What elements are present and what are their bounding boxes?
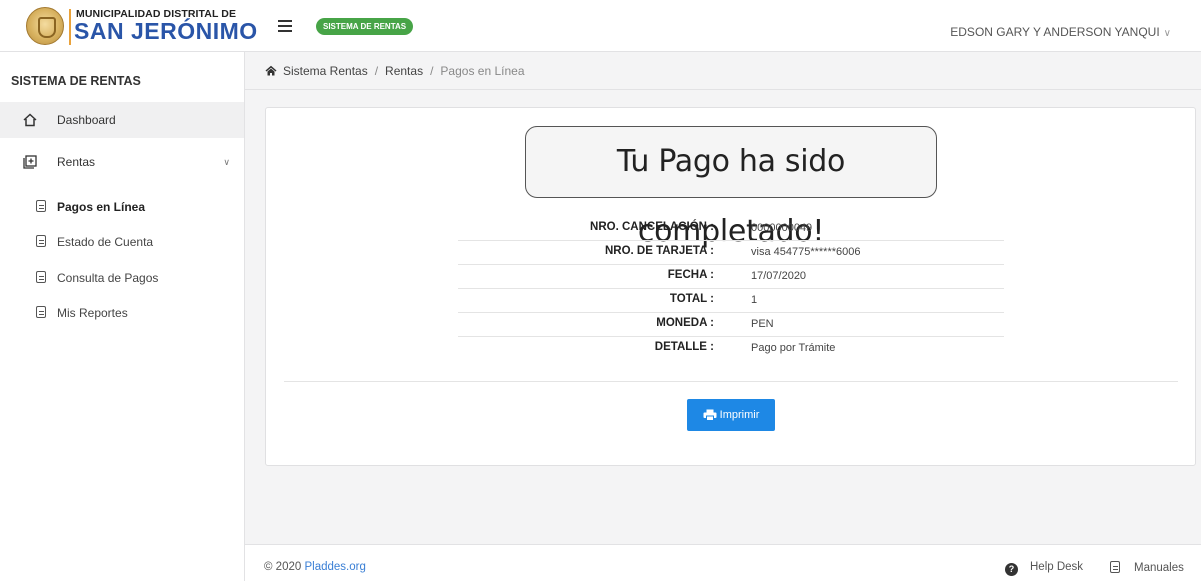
printer-icon <box>703 409 717 421</box>
folder-plus-icon <box>23 155 37 169</box>
top-header: MUNICIPALIDAD DISTRITAL DE SAN JERÓNIMO … <box>0 0 1201 52</box>
detail-value: 1 <box>751 294 758 306</box>
detail-row: FECHA : 17/07/2020 <box>458 265 1004 289</box>
payment-result-card: Tu Pago ha sido completado! NRO. CANCELA… <box>265 107 1196 466</box>
footer-copyright: © 2020 Pladdes.org <box>264 561 366 573</box>
document-icon <box>36 200 46 212</box>
detail-label: MONEDA : <box>656 317 714 329</box>
municipal-seal-icon <box>26 7 64 45</box>
success-message: Tu Pago ha sido completado! <box>525 126 937 249</box>
sidebar-subitem-pagos-en-linea[interactable]: Pagos en Línea <box>0 193 244 221</box>
sidebar-subitem-mis-reportes[interactable]: Mis Reportes <box>0 299 244 327</box>
detail-row: NRO. CANCELACIÓN : 0000000049 <box>458 217 1004 241</box>
sidebar-subitem-label: Consulta de Pagos <box>57 271 159 285</box>
breadcrumb-item[interactable]: Rentas <box>385 64 423 78</box>
manuals-link[interactable]: Manuales <box>1110 561 1184 574</box>
sidebar: SISTEMA DE RENTAS Dashboard Rentas ∨ Pag… <box>0 52 245 581</box>
detail-value: Pago por Trámite <box>751 342 836 354</box>
user-menu[interactable]: EDSON GARY Y ANDERSON YANQUI ∨ <box>950 25 1171 39</box>
help-desk-label: Help Desk <box>1030 561 1084 573</box>
detail-label: DETALLE : <box>654 341 714 353</box>
manuals-label: Manuales <box>1134 562 1184 574</box>
detail-row: MONEDA : PEN <box>458 313 1004 337</box>
sidebar-subitem-label: Pagos en Línea <box>57 200 146 214</box>
detail-row: DETALLE : Pago por Trámite <box>458 337 1004 361</box>
help-desk-link[interactable]: ? Help Desk <box>1005 561 1083 576</box>
detail-value: PEN <box>751 318 774 330</box>
hamburger-icon[interactable] <box>278 20 292 32</box>
document-icon <box>36 271 46 283</box>
detail-value: 0000000049 <box>751 222 813 234</box>
detail-row: NRO. DE TARJETA : visa 454775******6006 <box>458 241 1004 265</box>
chevron-down-icon: ∨ <box>1163 28 1171 39</box>
system-badge: SISTEMA DE RENTAS <box>316 18 414 35</box>
breadcrumb-current: Pagos en Línea <box>440 64 525 78</box>
logo-title: SAN JERÓNIMO <box>74 18 258 44</box>
sidebar-item-label: Rentas <box>57 155 96 169</box>
municipality-logo[interactable]: MUNICIPALIDAD DISTRITAL DE SAN JERÓNIMO <box>22 7 257 47</box>
footer: © 2020 Pladdes.org ? Help Desk Manuales <box>245 544 1201 581</box>
detail-label: TOTAL : <box>669 293 714 305</box>
sidebar-item-dashboard[interactable]: Dashboard <box>0 102 244 138</box>
detail-label: FECHA : <box>667 269 714 281</box>
sidebar-item-rentas[interactable]: Rentas ∨ <box>0 144 244 180</box>
detail-label: NRO. DE TARJETA : <box>604 245 714 257</box>
breadcrumb-bar: Sistema Rentas / Rentas / Pagos en Línea <box>245 52 1201 90</box>
sidebar-title: SISTEMA DE RENTAS <box>11 74 141 88</box>
document-icon <box>1110 561 1120 573</box>
print-button[interactable]: Imprimir <box>687 399 775 431</box>
detail-row: TOTAL : 1 <box>458 289 1004 313</box>
document-icon <box>36 235 46 247</box>
home-icon <box>23 113 37 127</box>
logo-divider <box>69 9 71 45</box>
sidebar-subitem-label: Estado de Cuenta <box>57 235 154 249</box>
question-circle-icon: ? <box>1005 563 1018 576</box>
user-name: EDSON GARY Y ANDERSON YANQUI <box>950 25 1160 39</box>
payment-details: NRO. CANCELACIÓN : 0000000049 NRO. DE TA… <box>458 217 1004 361</box>
breadcrumb: Sistema Rentas / Rentas / Pagos en Línea <box>265 64 525 78</box>
breadcrumb-item[interactable]: Sistema Rentas <box>283 64 368 78</box>
sidebar-item-label: Dashboard <box>57 113 116 127</box>
document-icon <box>36 306 46 318</box>
detail-label: NRO. CANCELACIÓN : <box>590 221 714 233</box>
chevron-down-icon: ∨ <box>223 157 230 167</box>
detail-value: visa 454775******6006 <box>751 246 861 258</box>
detail-value: 17/07/2020 <box>751 270 807 282</box>
footer-link[interactable]: Pladdes.org <box>304 561 365 573</box>
sidebar-subitem-estado-de-cuenta[interactable]: Estado de Cuenta <box>0 228 244 256</box>
sidebar-subitem-label: Mis Reportes <box>57 306 128 320</box>
home-icon[interactable] <box>265 65 277 76</box>
print-button-label: Imprimir <box>719 409 760 421</box>
card-divider <box>284 381 1178 382</box>
sidebar-subitem-consulta-de-pagos[interactable]: Consulta de Pagos <box>0 264 244 292</box>
copyright-text: © 2020 <box>264 561 302 573</box>
